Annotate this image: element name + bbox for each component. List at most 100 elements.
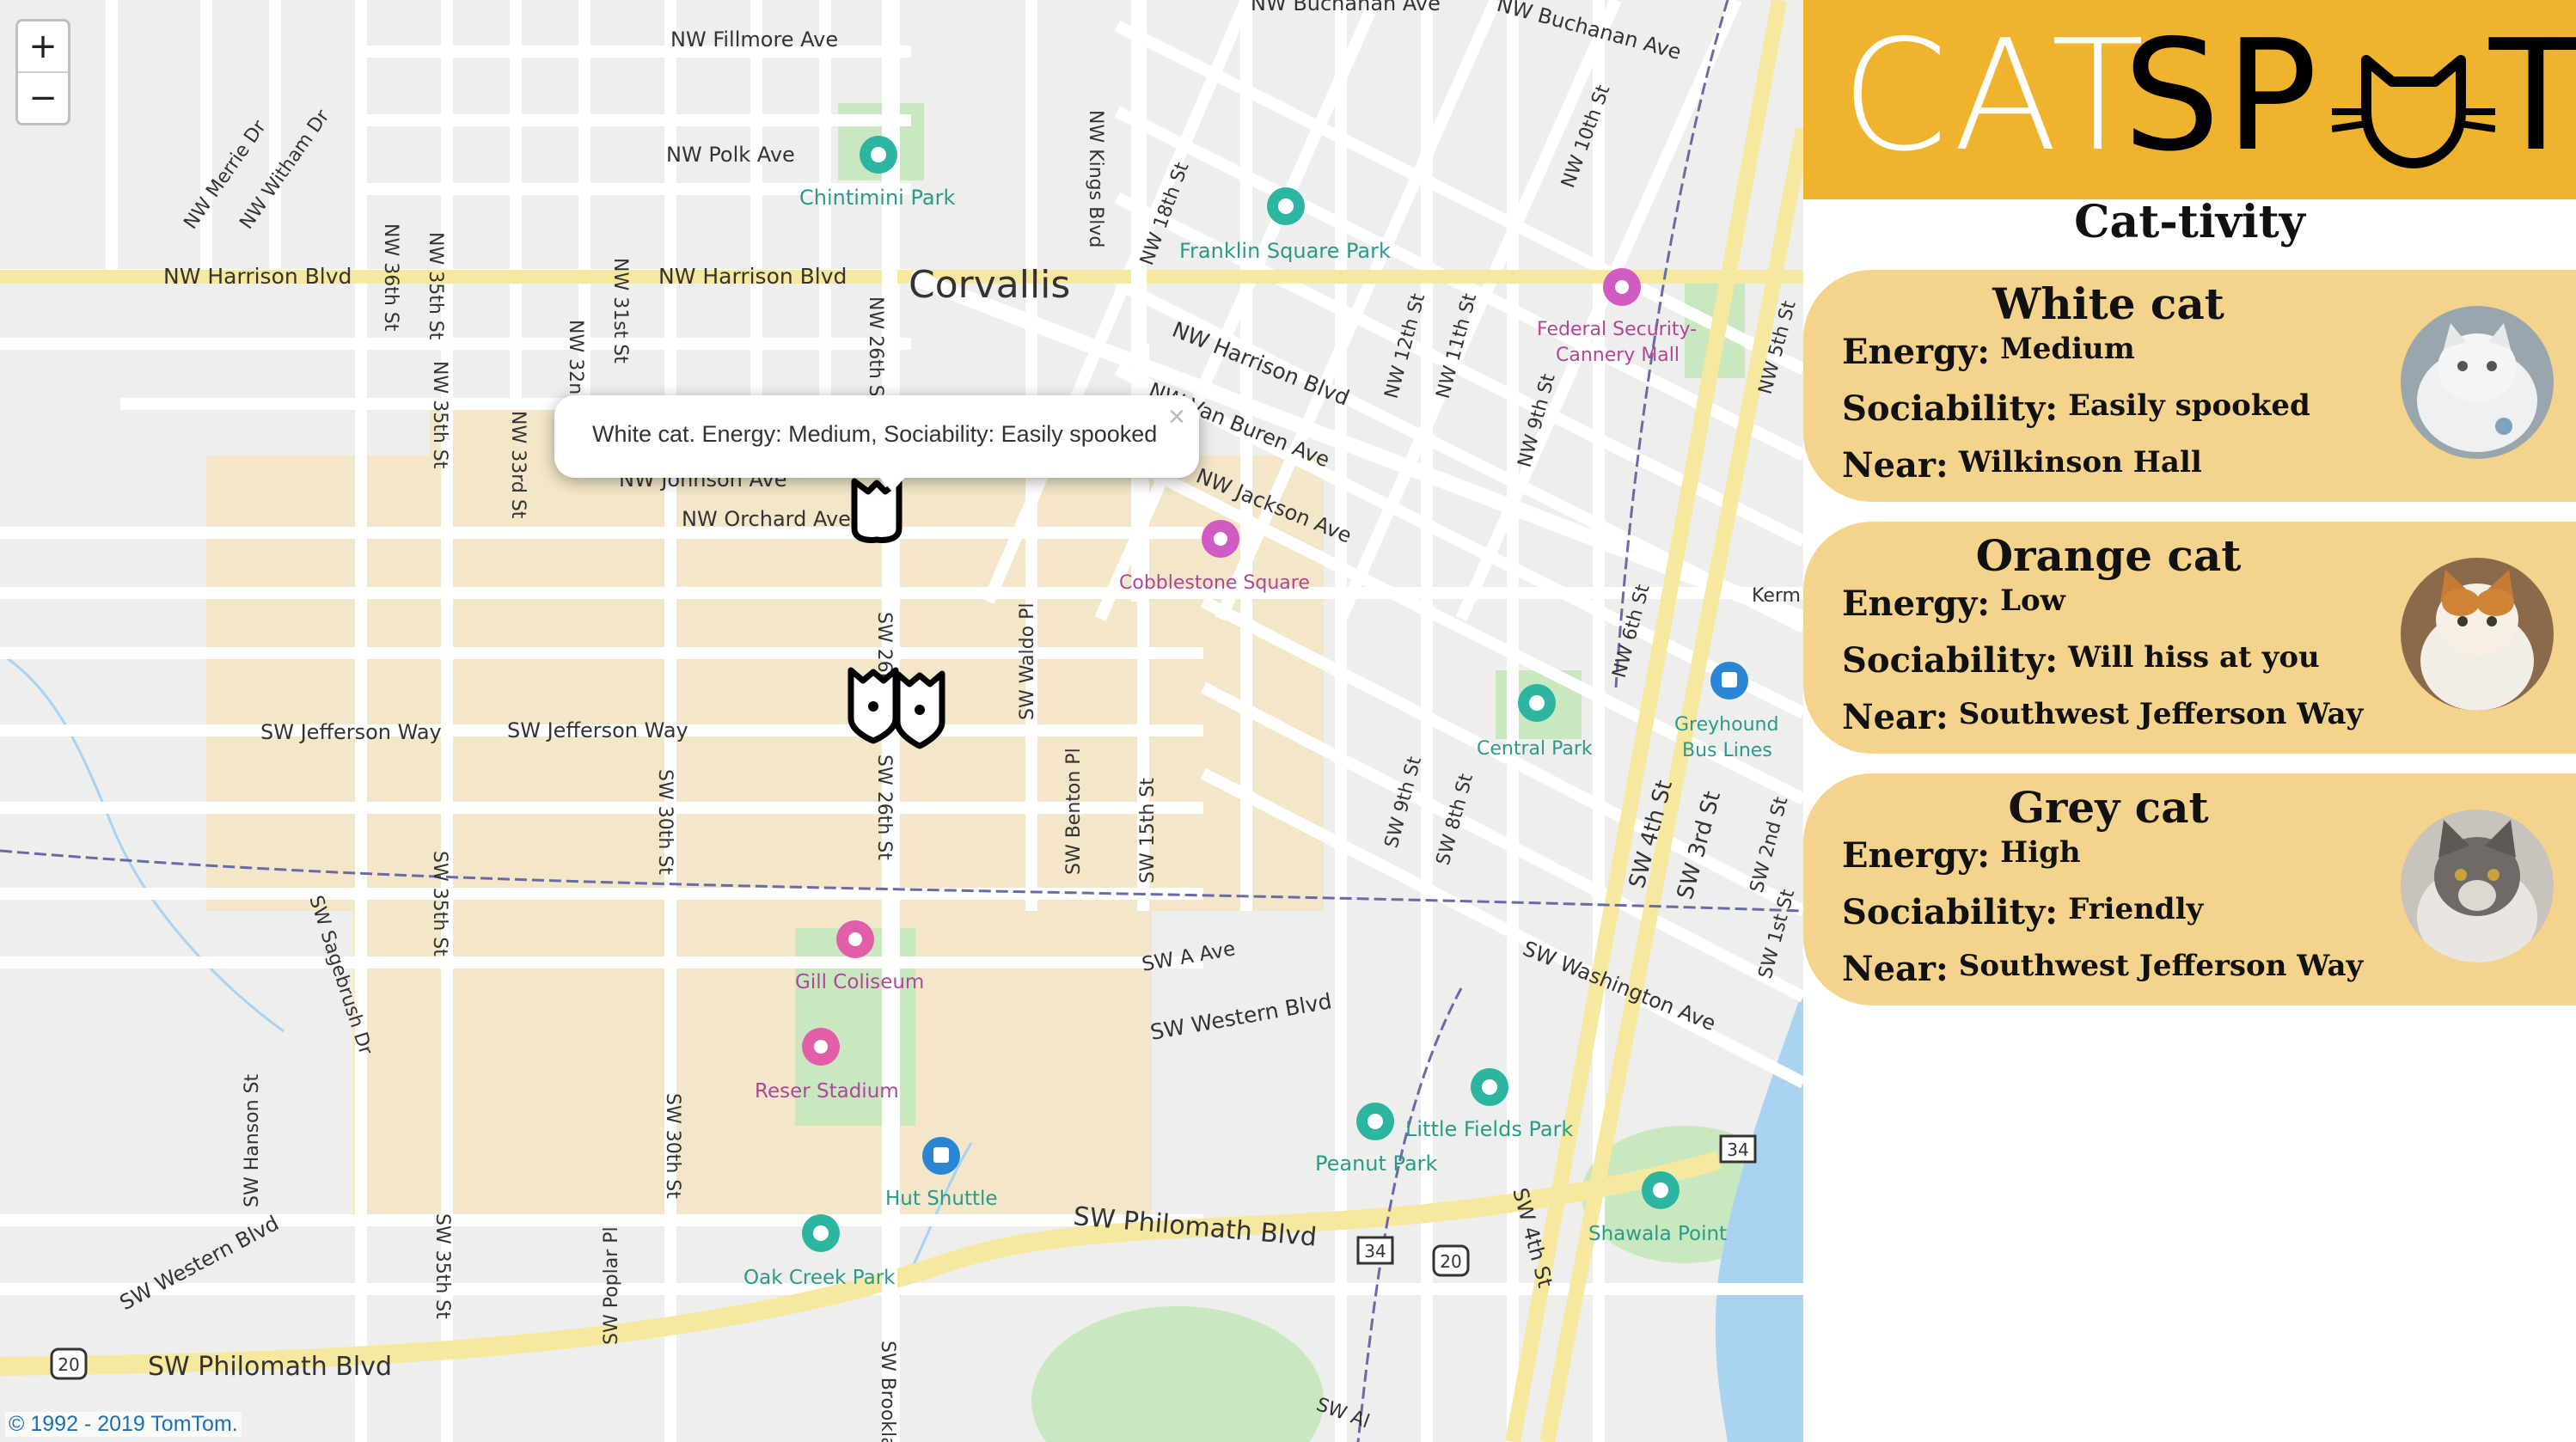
stadium-icon[interactable]: [802, 1028, 840, 1066]
street-label: SW Benton Pl: [1063, 748, 1085, 875]
map-view[interactable]: 34 20 34 20 NW Buchanan Ave NW Buchanan …: [0, 0, 1803, 1442]
street-label: SW 35th St: [429, 851, 450, 956]
cat-marker-orange[interactable]: [847, 667, 899, 744]
svg-text:20: 20: [58, 1354, 79, 1375]
street-label: SW Hanson St: [242, 1073, 263, 1207]
bus-icon[interactable]: [1710, 662, 1748, 700]
street-label: SW Brookla: [877, 1341, 898, 1442]
svg-text:34: 34: [1364, 1241, 1386, 1262]
sociability-row: Sociability: Easily spooked: [1842, 388, 2310, 429]
cat-photo: [2401, 558, 2554, 711]
svg-text:34: 34: [1727, 1140, 1748, 1160]
poi-label: Federal Security-: [1537, 319, 1697, 340]
map-canvas[interactable]: 34 20 34 20 NW Buchanan Ave NW Buchanan …: [0, 0, 1803, 1442]
cat-card-orange[interactable]: Orange cat Energy: Low Sociability: Will h…: [1803, 522, 2576, 754]
zoom-in-button[interactable]: +: [18, 21, 68, 71]
street-label: NW 35th St: [429, 361, 450, 469]
street-label: NW 36th St: [380, 223, 401, 332]
route-shield: 20: [1432, 1244, 1470, 1277]
poi-label: Shawala Point: [1588, 1223, 1727, 1245]
poi-label: Bus Lines: [1682, 740, 1772, 761]
park-icon[interactable]: [802, 1214, 840, 1252]
energy-row: Energy: High: [1842, 835, 2081, 876]
street-label: NW Orchard Ave: [682, 507, 851, 531]
street-label: SW 2nd St: [1747, 794, 1793, 895]
popup-close-button[interactable]: ×: [1168, 400, 1185, 434]
stadium-icon[interactable]: [836, 920, 874, 958]
street-label: NW 33rd St: [507, 411, 529, 519]
cat-name: Orange cat: [1975, 530, 2242, 581]
street-label: SW 1st St: [1755, 887, 1800, 981]
popup-tip: [877, 474, 908, 492]
park-icon[interactable]: [1642, 1171, 1680, 1209]
street-label: SW Western Blvd: [116, 1211, 283, 1315]
park-icon[interactable]: [1267, 187, 1305, 225]
cat-name: Grey cat: [2008, 782, 2209, 833]
near-row: Near: Southwest Jefferson Way: [1842, 697, 2364, 737]
route-shield: 20: [50, 1347, 88, 1380]
street-label: SW Waldo Pl: [1017, 603, 1038, 720]
shopping-cart-icon[interactable]: [1202, 520, 1239, 558]
poi-label: Cobblestone Square: [1119, 572, 1310, 594]
street-label: SW Philomath Blvd: [148, 1352, 392, 1382]
bus-icon[interactable]: [922, 1137, 960, 1175]
logo-spot-text: SP: [2123, 7, 2323, 185]
park-icon[interactable]: [1518, 684, 1556, 722]
energy-row: Energy: Low: [1842, 584, 2065, 624]
sociability-row: Sociability: Friendly: [1842, 892, 2204, 932]
poi-label: Oak Creek Park: [743, 1267, 896, 1289]
cat-marker-grey[interactable]: [894, 670, 945, 749]
poi-label: Peanut Park: [1315, 1152, 1438, 1176]
route-shield: 34: [1356, 1236, 1394, 1265]
street-label: NW 35th St: [425, 232, 446, 340]
near-row: Near: Southwest Jefferson Way: [1842, 949, 2364, 989]
cat-face-logo-icon: [2332, 55, 2495, 168]
park-icon[interactable]: [1471, 1068, 1508, 1106]
poi-label: Hut Shuttle: [885, 1188, 998, 1210]
street-label: Kerm: [1752, 585, 1801, 607]
street-label: SW Philomath Blvd: [1072, 1201, 1318, 1253]
cat-card-grey[interactable]: Grey cat Energy: High Sociability: Friendl…: [1803, 773, 2576, 1005]
street-label: NW 32nd: [565, 320, 586, 406]
park-icon[interactable]: [1356, 1103, 1394, 1140]
logo-cat-text: CAT: [1841, 7, 2150, 185]
poi-label: Reser Stadium: [755, 1080, 899, 1103]
popup-text: White cat. Energy: Medium, Sociability: …: [592, 421, 1158, 447]
route-shield: 34: [1719, 1134, 1757, 1164]
cat-panel: CAT SP T Cat-tivity White cat Energy: Med…: [1803, 0, 2576, 1442]
poi-label: Chintimini Park: [799, 186, 955, 210]
shopping-cart-icon[interactable]: [1603, 268, 1641, 306]
cat-photo: [2401, 810, 2554, 962]
campus-area: [352, 894, 1152, 1220]
street-label: SW 35th St: [431, 1213, 453, 1319]
poi-label: Cannery Mall: [1556, 345, 1680, 366]
poi-label: Gill Coliseum: [795, 971, 924, 993]
poi-label: Little Fields Park: [1405, 1117, 1573, 1141]
street-label: NW 26th St: [865, 296, 886, 405]
sociability-row: Sociability: Will hiss at you: [1842, 640, 2320, 681]
svg-text:20: 20: [1440, 1251, 1461, 1272]
logo-t-text: T: [2489, 7, 2576, 185]
zoom-out-button[interactable]: −: [18, 71, 68, 123]
street-label: SW Jefferson Way: [507, 718, 688, 742]
street-label: SW Poplar Pl: [601, 1226, 622, 1345]
street-label: NW 11th St: [1433, 291, 1482, 401]
street-label: SW Jefferson Way: [260, 720, 442, 744]
street-label: SW Western Blvd: [1148, 988, 1334, 1045]
cat-card-white[interactable]: White cat Energy: Medium Sociability: Easi…: [1803, 270, 2576, 502]
street-label: SW Washington Ave: [1520, 937, 1719, 1036]
marker-popup: White cat. Energy: Medium, Sociability: …: [554, 395, 1199, 492]
street-label: SW 26th St: [873, 755, 895, 860]
street-label: NW 31st St: [609, 258, 631, 364]
poi-label: Greyhound: [1674, 714, 1778, 736]
park-icon[interactable]: [860, 136, 897, 174]
map-attribution[interactable]: © 1992 - 2019 TomTom.: [5, 1412, 242, 1437]
app-header: CAT SP T: [1803, 0, 2576, 199]
street-label: NW Fillmore Ave: [670, 27, 838, 52]
city-label: Corvallis: [909, 263, 1070, 307]
street-label: SW 15th St: [1137, 778, 1159, 883]
street-label: NW Harrison Blvd: [163, 264, 352, 289]
near-row: Near: Wilkinson Hall: [1842, 445, 2202, 486]
street-label: SW 30th St: [654, 769, 676, 875]
energy-row: Energy: Medium: [1842, 332, 2135, 372]
